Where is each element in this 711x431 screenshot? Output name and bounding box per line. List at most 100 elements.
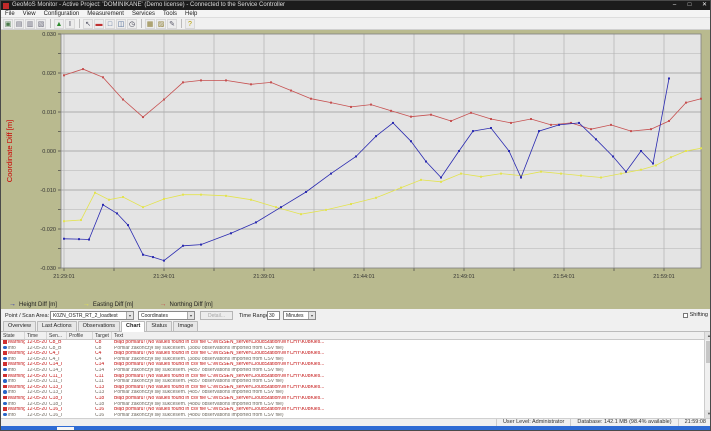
tab-observations[interactable]: Observations (78, 321, 120, 331)
clock-icon[interactable]: ◷ (127, 19, 137, 29)
tab-status[interactable]: Status (146, 321, 172, 331)
svg-text:21:39:01: 21:39:01 (253, 274, 274, 280)
toolbar: ▣▤▥▧ ▲I ↖▬□◫◷ ▦▨✎? (1, 18, 711, 30)
svg-text:-0.010: -0.010 (40, 188, 56, 194)
svg-text:21:54:01: 21:54:01 (553, 274, 574, 280)
print-icon[interactable]: ▥ (25, 19, 35, 29)
column-header-sen[interactable]: Sen... (47, 332, 67, 339)
menu-bar: FileViewConfigurationMeasurementServices… (1, 10, 711, 18)
shifting-label: Shifting (690, 312, 708, 318)
series-marker-icon: → (159, 301, 166, 308)
warning-icon (3, 407, 7, 411)
table-header-row: StateTimeSen...ProfileTargetText (1, 332, 711, 340)
scroll-down-icon[interactable]: ▼ (705, 410, 711, 418)
svg-text:21:59:01: 21:59:01 (653, 274, 674, 280)
point-scan-area-select[interactable]: K0ZN_OSTR_RT_2_loadtest ▾ (50, 311, 134, 320)
monitor-icon[interactable]: □ (105, 19, 115, 29)
column-header-state[interactable]: State (1, 332, 25, 339)
chevron-down-icon: ▾ (126, 312, 133, 319)
info-icon (3, 413, 7, 417)
svg-text:21:34:01: 21:34:01 (153, 274, 174, 280)
tab-chart[interactable]: Chart (121, 321, 145, 332)
chart-area: -0.030-0.020-0.0100.0000.0100.0200.03021… (1, 30, 711, 300)
start-service-icon[interactable]: ▲ (54, 19, 64, 29)
warning-icon (3, 362, 7, 366)
svg-text:-0.030: -0.030 (40, 266, 56, 272)
tools-icon[interactable]: ✎ (167, 19, 177, 29)
menu-configuration[interactable]: Configuration (40, 10, 84, 17)
pointer-icon[interactable]: ↖ (83, 19, 93, 29)
shifting-checkbox[interactable] (683, 313, 688, 318)
scroll-up-icon[interactable]: ▲ (705, 332, 711, 340)
menu-view[interactable]: View (19, 10, 40, 17)
copy-icon[interactable]: ▤ (14, 19, 24, 29)
toolbar-separator (50, 19, 51, 28)
legend-northing-diff: →Northing Diff [m] (159, 301, 212, 308)
chart-legend: →Height Diff [m]→Easting Diff [m]→Northi… (1, 300, 711, 309)
toolbar-separator (79, 19, 80, 28)
menu-file[interactable]: File (1, 10, 19, 17)
window-icon[interactable]: ◫ (116, 19, 126, 29)
info-icon (3, 357, 7, 361)
help-icon[interactable]: ? (185, 19, 195, 29)
warning-icon (3, 351, 7, 355)
menu-help[interactable]: Help (181, 10, 201, 17)
point-scan-area-label: Point / Scan Area: (5, 313, 49, 319)
table-body: Warning12-05-20...C8_BC8Błąd pomiaru! (N… (1, 340, 711, 418)
close-button[interactable]: ✕ (697, 1, 711, 10)
warning-icon (3, 396, 7, 400)
info-icon (3, 402, 7, 406)
chevron-down-icon: ▾ (187, 312, 194, 319)
svg-text:-0.020: -0.020 (40, 227, 56, 233)
user-level-status: User Level: Administrator (496, 419, 570, 426)
svg-text:21:49:01: 21:49:01 (453, 274, 474, 280)
stop-service-icon[interactable]: I (65, 19, 75, 29)
legend-easting-diff: →Easting Diff [m] (83, 301, 134, 308)
scrollbar-thumb[interactable] (706, 341, 711, 363)
view-type-value: Coordinates (141, 313, 168, 319)
menu-services[interactable]: Services (128, 10, 159, 17)
status-bar: User Level: Administrator Database: 142.… (1, 418, 711, 426)
pause-icon[interactable]: ▬ (94, 19, 104, 29)
coordinate-diff-chart[interactable]: -0.030-0.020-0.0100.0000.0100.0200.03021… (1, 30, 711, 300)
column-header-profile[interactable]: Profile (67, 332, 93, 339)
report-icon[interactable]: ▨ (156, 19, 166, 29)
legend-height-diff: →Height Diff [m] (9, 301, 57, 308)
taskbar-item[interactable] (57, 427, 74, 431)
menu-measurement[interactable]: Measurement (83, 10, 128, 17)
legend-label: Easting Diff [m] (93, 302, 134, 308)
tab-overview[interactable]: Overview (3, 321, 36, 331)
taskbar[interactable] (1, 426, 711, 431)
time-range-input[interactable]: 30 (267, 311, 280, 320)
svg-text:0.000: 0.000 (42, 149, 56, 155)
toolbar-separator (181, 19, 182, 28)
maximize-button[interactable]: □ (682, 1, 697, 10)
info-icon (3, 379, 7, 383)
minimize-button[interactable]: – (667, 1, 682, 10)
svg-text:0.030: 0.030 (42, 32, 56, 38)
table-scrollbar[interactable]: ▲ ▼ (704, 332, 711, 418)
info-icon (3, 390, 7, 394)
preview-icon[interactable]: ▧ (36, 19, 46, 29)
app-icon (3, 3, 9, 9)
database-status: Database: 142.1 MB (98.4% available) (570, 419, 677, 426)
geomos-monitor-window: GeoMoS Monitor - Active Project: 'DOMINI… (0, 0, 711, 431)
column-header-target[interactable]: Target (93, 332, 112, 339)
svg-text:Coordinate Diff [m]: Coordinate Diff [m] (5, 120, 14, 182)
legend-label: Height Diff [m] (19, 302, 57, 308)
point-scan-area-value: K0ZN_OSTR_RT_2_loadtest (53, 313, 118, 319)
detail-button[interactable]: Detail... (200, 311, 233, 320)
menu-tools[interactable]: Tools (159, 10, 181, 17)
tab-last-actions[interactable]: Last Actions (37, 321, 77, 331)
chevron-down-icon: ▾ (308, 312, 315, 319)
view-type-select[interactable]: Coordinates ▾ (138, 311, 195, 320)
time-range-unit-select[interactable]: Minutes ▾ (283, 311, 316, 320)
chart-icon[interactable]: ▦ (145, 19, 155, 29)
column-header-text[interactable]: Text (112, 332, 711, 339)
new-project-icon[interactable]: ▣ (3, 19, 13, 29)
tab-image[interactable]: Image (173, 321, 198, 331)
tab-strip: OverviewLast ActionsObservationsChartSta… (1, 322, 711, 332)
warning-icon (3, 385, 7, 389)
series-marker-icon: → (83, 301, 90, 308)
column-header-time[interactable]: Time (25, 332, 47, 339)
